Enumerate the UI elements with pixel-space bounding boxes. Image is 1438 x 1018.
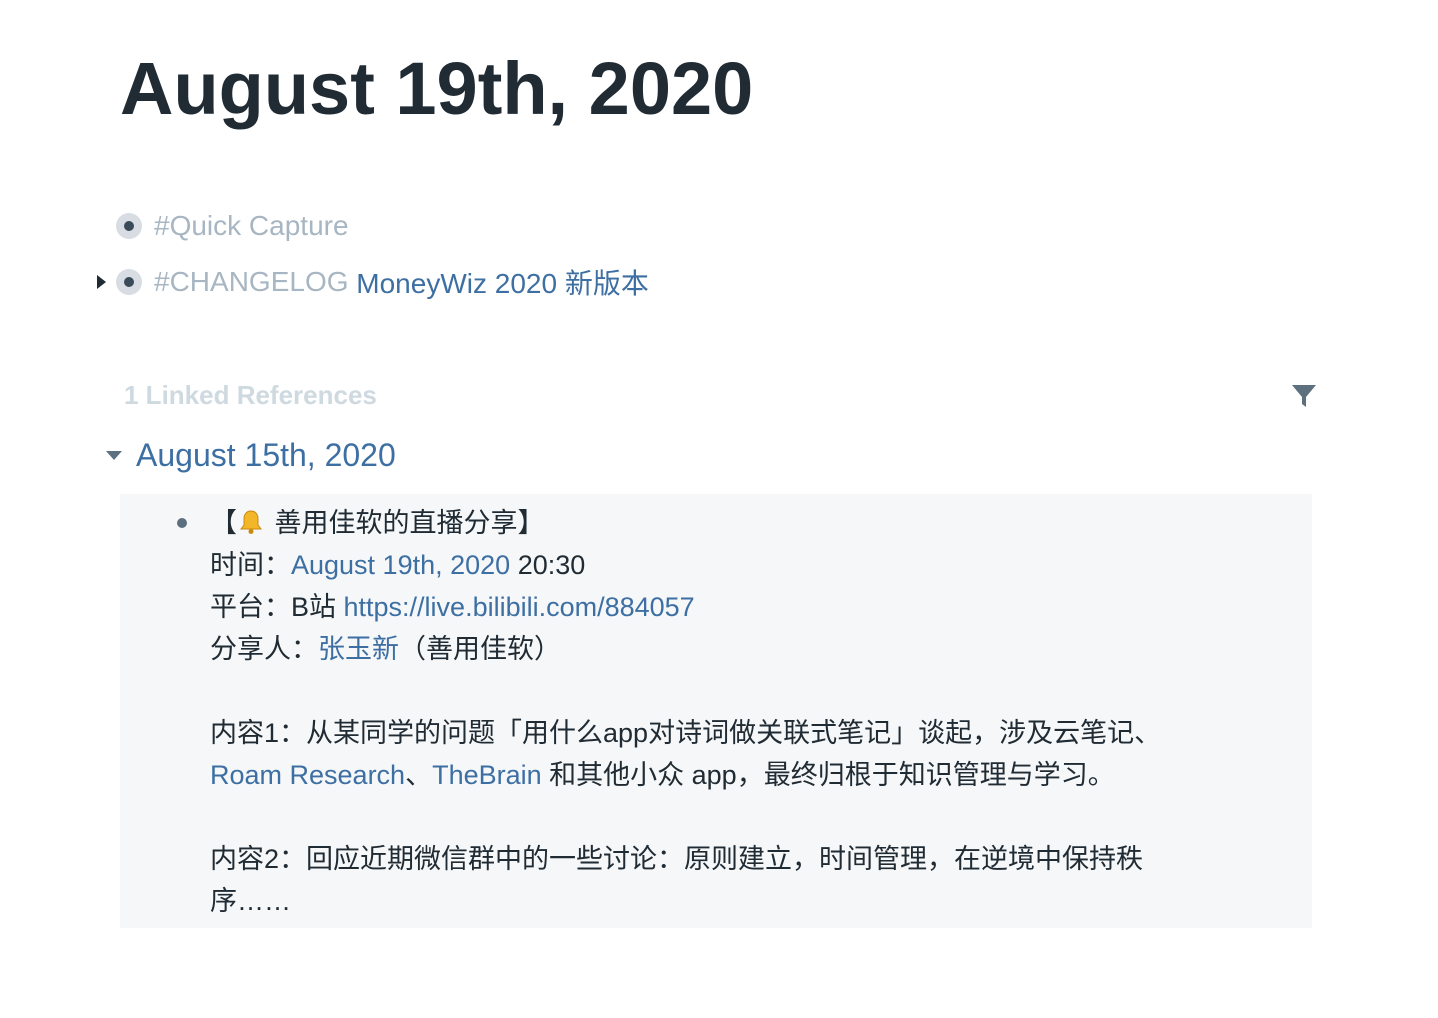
bullet-dot-icon: [124, 277, 134, 287]
content2-text-cont: 序……: [210, 886, 291, 916]
caret-right-icon[interactable]: [96, 275, 106, 289]
speaker-suffix: （善用佳软）: [399, 634, 561, 664]
time-label: 时间：: [210, 550, 291, 580]
block-changelog[interactable]: #CHANGELOG MoneyWiz 2020 新版本: [92, 264, 649, 300]
content2-text: 内容2：回应近期微信群中的一些讨论：原则建立，时间管理，在逆境中保持秩: [210, 844, 1144, 874]
platform-url-link[interactable]: https://live.bilibili.com/884057: [344, 592, 695, 622]
content1-rest: 和其他小众 app，最终归根于知识管理与学习。: [541, 760, 1115, 790]
ref-line-title: 【 善用佳软的直播分享】: [210, 502, 1210, 544]
caret-down-icon[interactable]: [106, 450, 122, 460]
page-title[interactable]: August 19th, 2020: [120, 44, 753, 134]
ref-line-content2-b: 序……: [210, 880, 1210, 922]
bell-icon: [240, 510, 262, 534]
ref-line-platform: 平台：B站 https://live.bilibili.com/884057: [210, 586, 1210, 628]
filter-icon[interactable]: [1290, 382, 1318, 410]
ref-line-speaker: 分享人：张玉新（善用佳软）: [210, 628, 1210, 670]
platform-label: 平台：B站: [210, 592, 344, 622]
content1-text: 内容1：从某同学的问题「用什么app对诗词做关联式笔记」谈起，涉及云笔记、: [210, 718, 1162, 748]
tag-changelog[interactable]: #CHANGELOG: [154, 266, 349, 298]
title-text: 善用佳软的直播分享】: [267, 508, 545, 538]
ref-page-title[interactable]: August 15th, 2020: [136, 437, 396, 474]
expand-caret[interactable]: [92, 264, 110, 300]
ref-line-content1-a: 内容1：从某同学的问题「用什么app对诗词做关联式笔记」谈起，涉及云笔记、: [210, 712, 1210, 754]
thebrain-link[interactable]: TheBrain: [432, 760, 542, 790]
page-link-moneywiz[interactable]: MoneyWiz 2020 新版本: [356, 262, 649, 302]
title-bracket-open: 【: [210, 508, 237, 538]
ref-line-content2-a: 内容2：回应近期微信群中的一些讨论：原则建立，时间管理，在逆境中保持秩: [210, 838, 1210, 880]
speaker-label: 分享人：: [210, 634, 318, 664]
linked-references-header: 1 Linked References: [124, 380, 377, 410]
ref-block-bullet[interactable]: [177, 518, 187, 528]
ref-block[interactable]: 【 善用佳软的直播分享】 时间：August 19th, 2020 20:30 …: [120, 494, 1312, 928]
time-value: 20:30: [510, 550, 586, 580]
speaker-link[interactable]: 张玉新: [318, 634, 399, 664]
block-quick-capture[interactable]: #Quick Capture: [92, 208, 349, 244]
time-date-link[interactable]: August 19th, 2020: [291, 550, 510, 580]
block-bullet[interactable]: [116, 213, 142, 239]
caret-placeholder: [92, 208, 110, 244]
ref-line-time: 时间：August 19th, 2020 20:30: [210, 544, 1210, 586]
ref-line-content1-b: Roam Research、TheBrain 和其他小众 app，最终归根于知识…: [210, 754, 1210, 796]
linked-ref-group: August 15th, 2020: [106, 434, 396, 476]
ref-block-content[interactable]: 【 善用佳软的直播分享】 时间：August 19th, 2020 20:30 …: [210, 502, 1210, 922]
bullet-dot-icon: [124, 221, 134, 231]
block-bullet[interactable]: [116, 269, 142, 295]
tag-quick-capture[interactable]: #Quick Capture: [154, 210, 349, 242]
separator: 、: [405, 760, 433, 790]
roam-research-link[interactable]: Roam Research: [210, 760, 405, 790]
